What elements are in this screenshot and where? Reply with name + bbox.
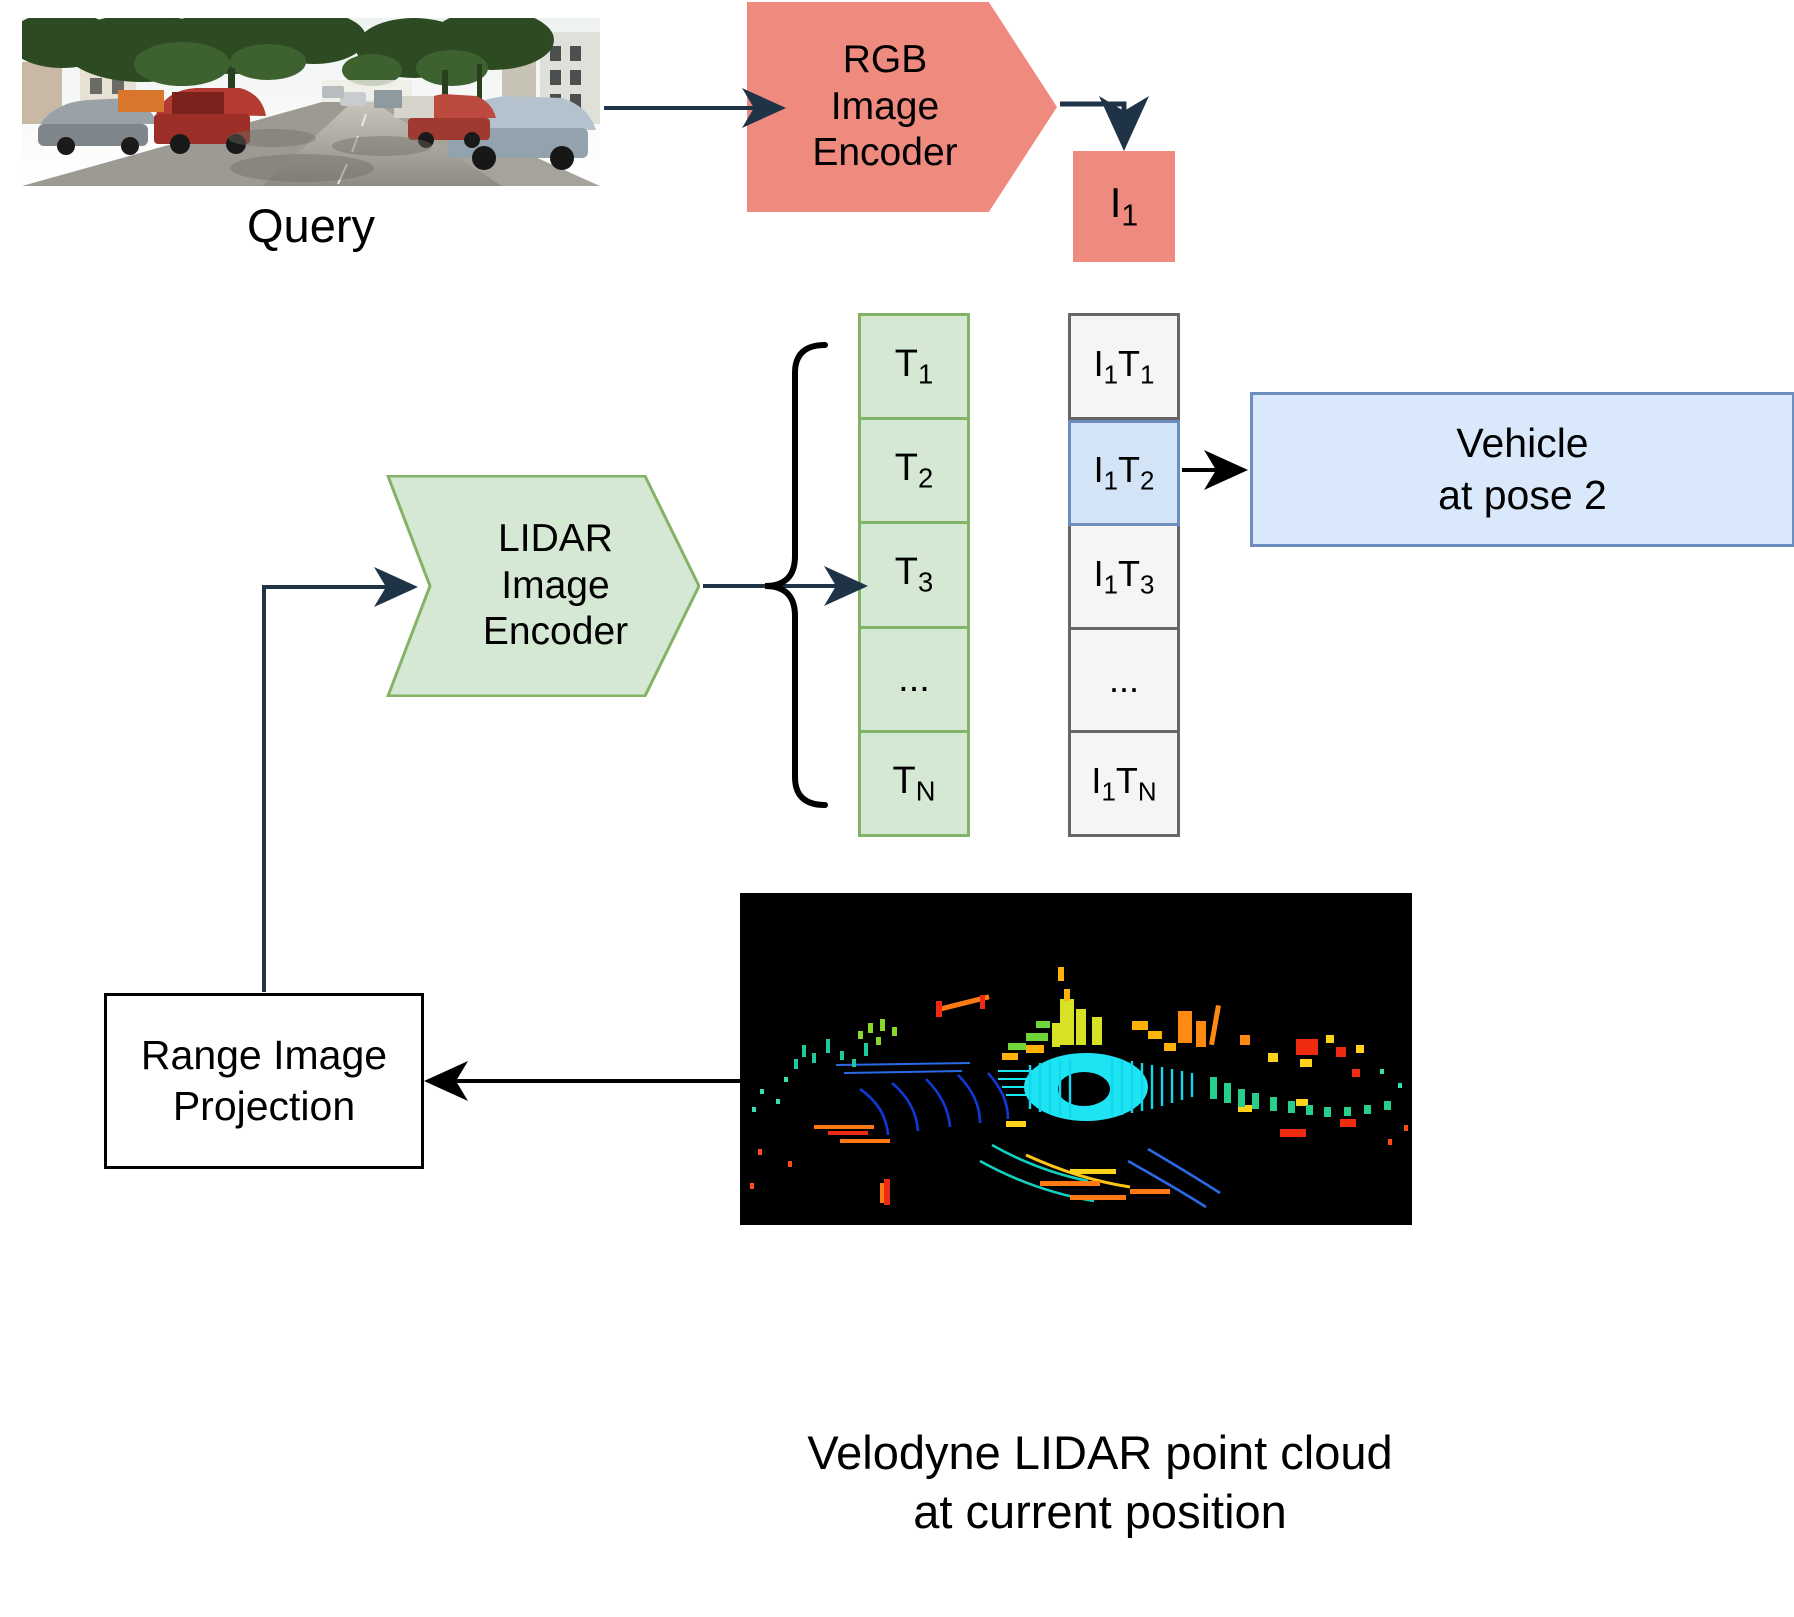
t-cell-3-label: T3 xyxy=(894,551,934,598)
t-cell-2[interactable]: T2 xyxy=(861,420,967,525)
vehicle-line2: at pose 2 xyxy=(1438,471,1607,518)
t-cell-3[interactable]: T3 xyxy=(861,524,967,629)
point-cloud-caption: Velodyne LIDAR point cloud at current po… xyxy=(700,1424,1500,1542)
arrow-rgb-encoder-to-i1 xyxy=(1060,96,1149,151)
it-cell-n[interactable]: I1TN xyxy=(1071,733,1177,834)
query-rgb-image xyxy=(22,18,600,186)
token-grouping-brace xyxy=(764,342,828,808)
vehicle-pose-result-box[interactable]: Vehicle at pose 2 xyxy=(1250,392,1794,547)
t-cell-ellipsis-label: ... xyxy=(898,657,930,700)
t-cell-n-label: TN xyxy=(892,759,936,807)
lidar-encoder-line2: Image xyxy=(501,563,610,607)
rgb-image-encoder-block[interactable]: RGB Image Encoder xyxy=(747,2,1057,212)
it-cell-ellipsis[interactable]: ... xyxy=(1071,630,1177,734)
lidar-encoder-line3: Encoder xyxy=(482,610,629,654)
diagram-canvas: Query RGB Image Encoder I1 LIDAR Image E… xyxy=(0,0,1794,1617)
it-cell-2-selected[interactable]: I1T2 xyxy=(1068,419,1180,527)
it-cell-n-label: I1TN xyxy=(1091,760,1157,807)
similarity-score-column: I1T1 I1T2 I1T3 ... I1TN xyxy=(1068,313,1180,837)
range-line2: Projection xyxy=(172,1083,356,1129)
it-cell-3[interactable]: I1T3 xyxy=(1071,526,1177,630)
lidar-image-encoder-block[interactable]: LIDAR Image Encoder xyxy=(388,475,700,697)
t-cell-ellipsis[interactable]: ... xyxy=(861,629,967,733)
it-cell-ellipsis-label: ... xyxy=(1108,659,1139,701)
point-cloud-caption-line2: at current position xyxy=(913,1484,1287,1538)
lidar-encoder-line1: LIDAR xyxy=(498,516,613,560)
it-cell-1-label: I1T1 xyxy=(1093,342,1155,389)
t-cell-n[interactable]: TN xyxy=(861,733,967,834)
lidar-token-column: T1 T2 T3 ... TN xyxy=(858,313,970,837)
t-cell-1-label: T1 xyxy=(894,342,934,390)
rgb-encoder-line2: Image xyxy=(830,84,940,128)
it-cell-2-label: I1T2 xyxy=(1093,449,1155,496)
t-cell-1[interactable]: T1 xyxy=(861,316,967,421)
arrow-range-projection-to-lidar-encoder xyxy=(262,567,418,992)
velodyne-point-cloud-image xyxy=(740,893,1412,1225)
range-line1: Range Image xyxy=(140,1031,388,1078)
rgb-encoder-line1: RGB xyxy=(842,37,928,81)
image-embedding-box[interactable]: I1 xyxy=(1073,151,1175,262)
point-cloud-caption-line1: Velodyne LIDAR point cloud xyxy=(807,1426,1393,1479)
rgb-encoder-line3: Encoder xyxy=(812,131,958,175)
image-embedding-label: I1 xyxy=(1109,179,1139,233)
t-cell-2-label: T2 xyxy=(894,446,934,494)
query-caption: Query xyxy=(247,199,375,252)
it-cell-3-label: I1T3 xyxy=(1093,552,1155,600)
range-image-projection-box[interactable]: Range Image Projection xyxy=(104,993,424,1169)
vehicle-line1: Vehicle xyxy=(1456,420,1589,467)
it-cell-1[interactable]: I1T1 xyxy=(1071,316,1177,420)
